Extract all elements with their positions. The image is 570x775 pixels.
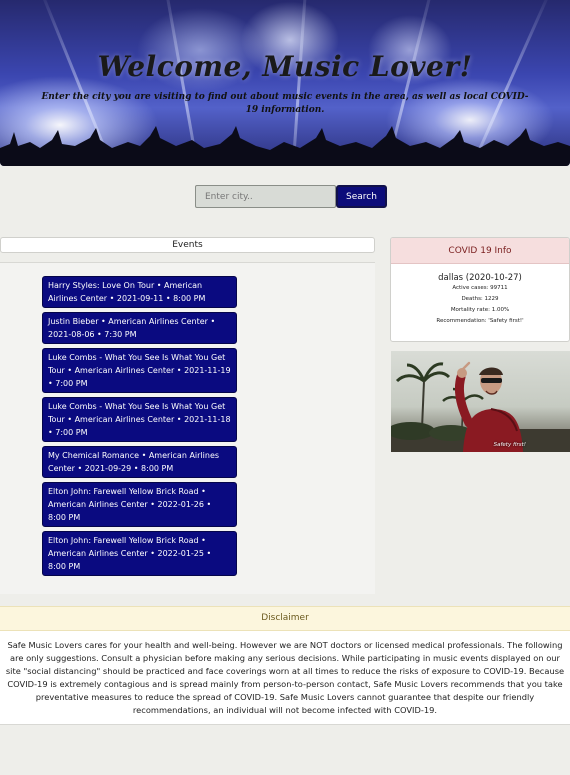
event-card[interactable]: Elton John: Farewell Yellow Brick Road •… bbox=[42, 482, 237, 527]
covid-mortality-rate: Mortality rate: 1.00% bbox=[450, 307, 510, 313]
event-card[interactable]: My Chemical Romance • American Airlines … bbox=[42, 446, 237, 478]
event-card[interactable]: Justin Bieber • American Airlines Center… bbox=[42, 312, 237, 344]
covid-info-card: COVID 19 Info dallas (2020-10-27) Active… bbox=[390, 237, 570, 342]
event-card[interactable]: Luke Combs - What You See Is What You Ge… bbox=[42, 348, 237, 393]
page-title: Welcome, Music Lover! bbox=[97, 50, 473, 83]
covid-city-date: dallas (2020-10-27) bbox=[438, 273, 522, 283]
events-header: Events bbox=[0, 237, 375, 253]
hero-banner: Welcome, Music Lover! Enter the city you… bbox=[0, 0, 570, 166]
page-subtitle: Enter the city you are visiting to find … bbox=[41, 92, 529, 115]
crowd-silhouette bbox=[0, 126, 570, 166]
search-button[interactable]: Search bbox=[336, 185, 387, 208]
gif-caption: Safety first! bbox=[493, 442, 526, 448]
covid-active-cases: Active cases: 99711 bbox=[452, 285, 508, 291]
event-card[interactable]: Harry Styles: Love On Tour • American Ai… bbox=[42, 276, 237, 308]
safety-first-gif: Safety first! bbox=[391, 351, 570, 452]
event-card[interactable]: Luke Combs - What You See Is What You Ge… bbox=[42, 397, 237, 442]
covid-info-header: COVID 19 Info bbox=[391, 238, 569, 264]
disclaimer-header: Disclaimer bbox=[0, 606, 570, 631]
covid-recommendation: Recommendation: 'Safety first!' bbox=[436, 318, 524, 324]
events-list: Harry Styles: Love On Tour • American Ai… bbox=[0, 262, 375, 594]
city-search-input[interactable] bbox=[195, 185, 336, 208]
event-card[interactable]: Elton John: Farewell Yellow Brick Road •… bbox=[42, 531, 237, 576]
gif-scene bbox=[391, 361, 570, 452]
covid-deaths: Deaths: 1229 bbox=[461, 296, 499, 302]
disclaimer-text: Safe Music Lovers cares for your health … bbox=[0, 631, 570, 725]
